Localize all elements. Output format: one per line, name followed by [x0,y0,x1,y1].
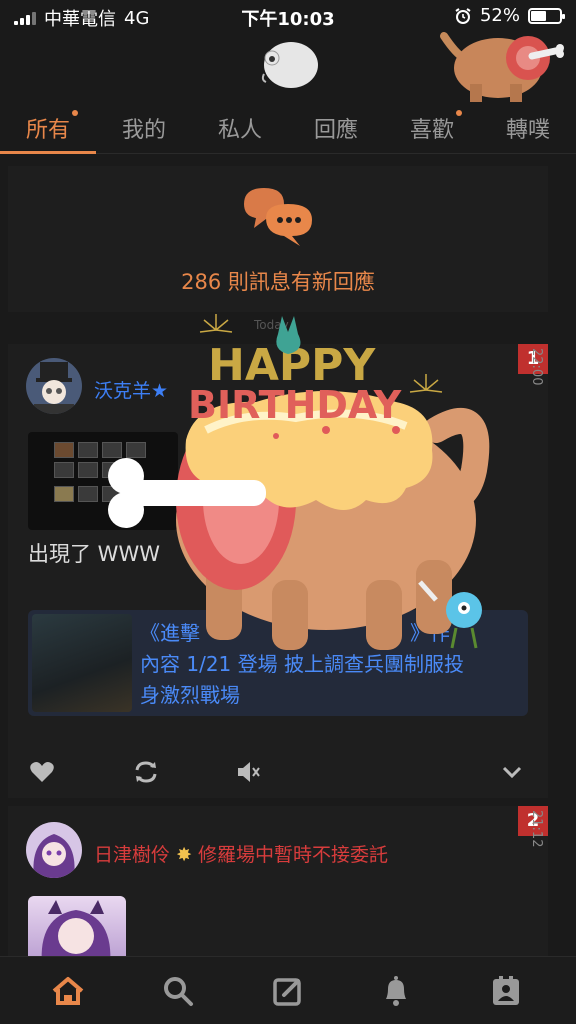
dog-mascot-icon [440,32,564,102]
post-time: 21:12 [529,810,544,848]
profile-card-icon[interactable] [488,973,524,1009]
post-actions [8,756,548,792]
tab-bar: 所有 我的 私人 回應 喜歡 轉噗 [0,104,576,154]
bell-icon[interactable] [378,973,414,1009]
tab-5[interactable]: 轉噗 [480,104,576,153]
birthday-animation: HAPPY BIRTHDAY [108,314,490,650]
tab-label: 轉噗 [505,118,550,143]
home-icon[interactable] [50,973,86,1009]
birthday-line-2: BIRTHDAY [188,383,402,427]
star-badge-icon: ✸ [176,844,192,866]
mute-icon[interactable] [234,758,262,786]
search-icon[interactable] [160,973,196,1009]
chat-bubbles-icon [244,188,312,246]
alarm-icon [455,7,471,24]
active-tab-indicator [0,151,96,154]
tab-4[interactable]: 喜歡 [384,104,480,153]
tab-0[interactable]: 所有 [0,104,96,153]
unread-dot [72,110,78,116]
avatar[interactable] [26,358,82,414]
heart-icon[interactable] [28,758,56,786]
notice-text: 286 則訊息有新回應 [181,270,375,294]
status-right: 52% [454,5,565,26]
tab-label: 所有 [25,118,70,143]
tab-1[interactable]: 我的 [96,104,192,153]
plurk-post[interactable]: 2 21:12 日津樹伶 ✸ 修羅場中暫時不接委託 [8,806,548,966]
chevron-down-icon[interactable] [498,758,526,786]
replurk-icon[interactable] [132,758,160,786]
author-status: 修羅場中暫時不接委託 [198,844,389,866]
bottom-navigation [0,956,576,1024]
tab-3[interactable]: 回應 [288,104,384,153]
avatar[interactable] [26,822,82,878]
post-author[interactable]: 日津樹伶 ✸ 修羅場中暫時不接委託 [94,840,388,867]
compose-icon[interactable] [270,973,306,1009]
post-time: 22:00 [529,348,544,386]
author-name: 日津樹伶 [94,844,171,866]
tab-2[interactable]: 私人 [192,104,288,153]
tab-label: 我的 [121,118,166,143]
logo-icon[interactable] [258,40,320,90]
link-title-line-3: 身激烈戰場 [140,683,240,707]
tab-label: 喜歡 [409,118,454,143]
battery-icon [528,7,565,24]
unread-dot [456,110,462,116]
tab-label: 私人 [217,118,262,143]
battery-percent: 52% [479,5,520,26]
new-responses-notice[interactable]: 286 則訊息有新回應 [8,166,548,312]
tab-label: 回應 [313,118,358,143]
